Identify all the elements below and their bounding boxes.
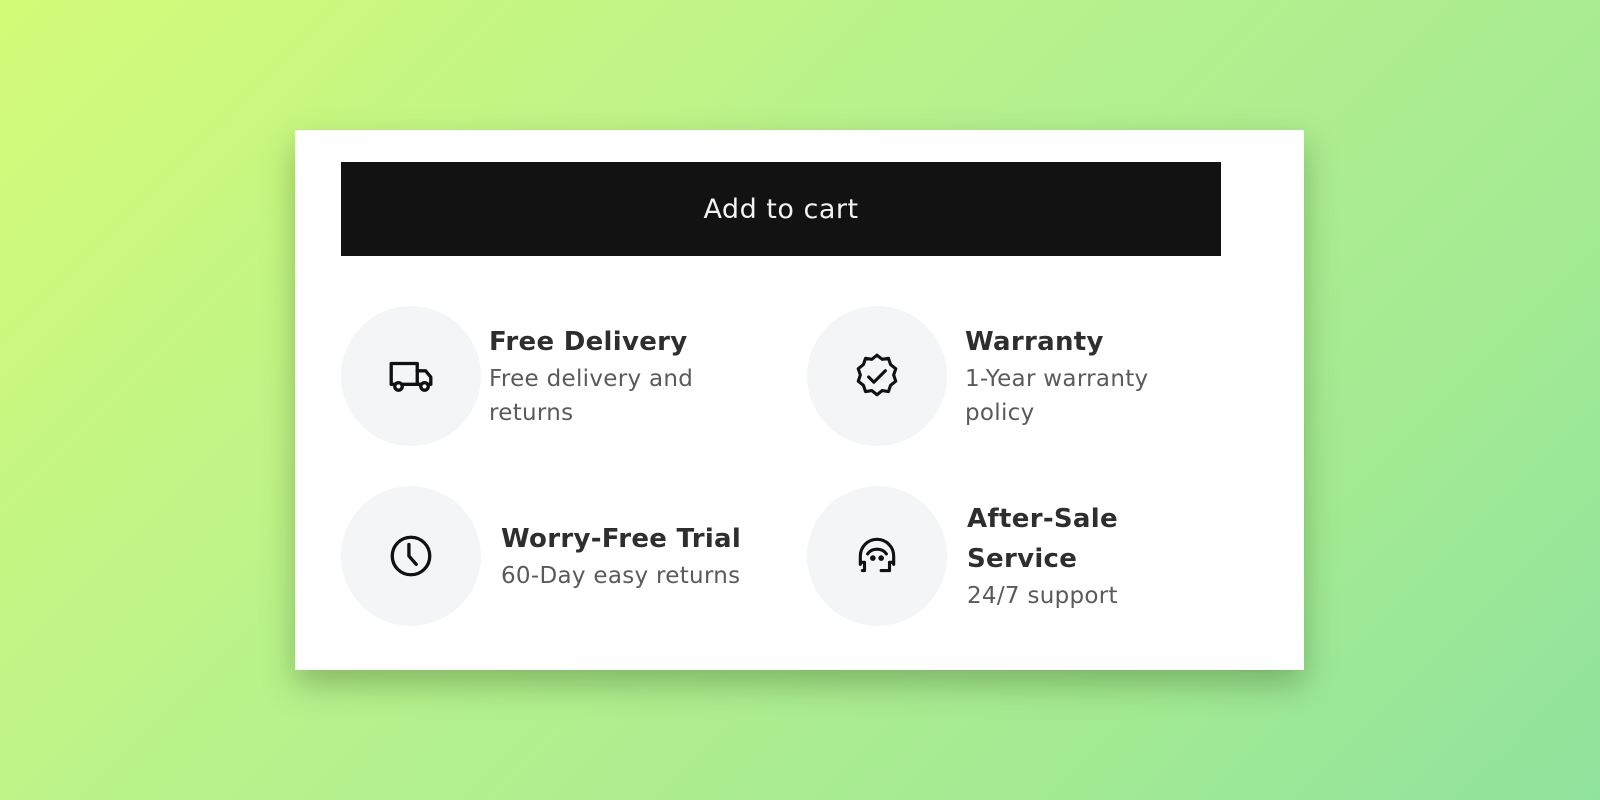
feature-text: Warranty 1-Year warranty policy xyxy=(965,322,1195,430)
feature-title: Free Delivery xyxy=(489,327,688,357)
feature-description: Free delivery and returns xyxy=(489,366,694,426)
feature-title: Worry-Free Trial xyxy=(501,524,742,554)
truck-icon xyxy=(389,361,433,392)
feature-description: 60-Day easy returns xyxy=(501,563,741,589)
badge-check-icon xyxy=(856,353,898,397)
add-to-cart-button[interactable]: Add to cart xyxy=(341,162,1221,256)
headset-support-icon xyxy=(858,537,896,573)
headset-icon-circle xyxy=(807,486,947,626)
feature-title: Warranty xyxy=(965,327,1104,357)
product-purchase-card: Add to cart Free Delivery Free delivery … xyxy=(295,130,1304,670)
badge-icon-circle xyxy=(807,306,947,446)
feature-text: After-Sale Service 24/7 support xyxy=(967,499,1197,613)
feature-after-sale-service: After-Sale Service 24/7 support xyxy=(807,486,1197,626)
feature-free-delivery: Free Delivery Free delivery and returns xyxy=(341,306,739,446)
truck-icon-circle xyxy=(341,306,481,446)
feature-worry-free-trial: Worry-Free Trial 60-Day easy returns xyxy=(341,486,771,626)
feature-text: Worry-Free Trial 60-Day easy returns xyxy=(501,519,771,593)
clock-icon xyxy=(390,535,432,577)
clock-icon-circle xyxy=(341,486,481,626)
feature-description: 24/7 support xyxy=(967,583,1118,609)
feature-warranty: Warranty 1-Year warranty policy xyxy=(807,306,1195,446)
feature-title: After-Sale Service xyxy=(967,504,1118,574)
feature-description: 1-Year warranty policy xyxy=(965,366,1149,426)
feature-text: Free Delivery Free delivery and returns xyxy=(489,322,739,430)
